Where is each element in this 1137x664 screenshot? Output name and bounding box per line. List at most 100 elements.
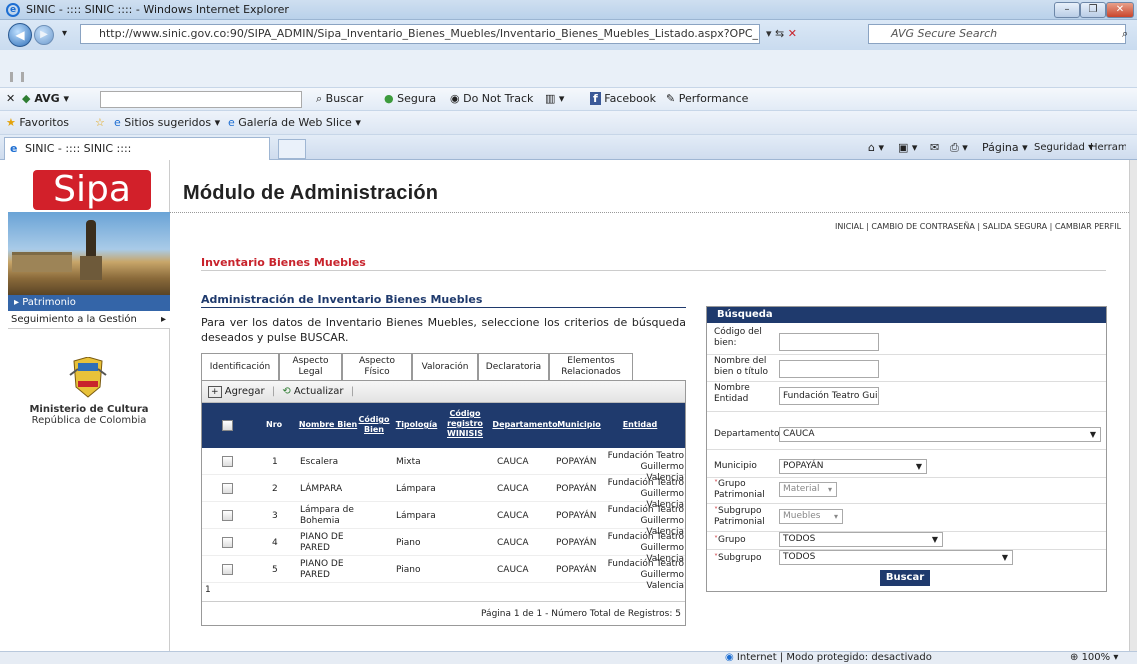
entidad-label: Nombre Entidad [714, 383, 750, 404]
cell-entidad: Fundación Teatro Guillermo Valencia [607, 559, 684, 591]
col-tipologia[interactable]: Tipología [394, 420, 439, 430]
cell-nombre: Escalera [300, 457, 339, 467]
sipa-logo[interactable]: Sipa [33, 170, 151, 210]
departamento-select[interactable]: CAUCA ▼ [779, 427, 1101, 442]
tab-title: SINIC - :::: SINIC :::: [25, 142, 132, 155]
row-checkbox[interactable] [222, 537, 233, 548]
tab-declaratoria[interactable]: Declaratoria [478, 353, 549, 381]
back-icon[interactable]: ◀ [8, 23, 32, 47]
performance-button[interactable]: ✎ Performance [666, 91, 748, 107]
table-row[interactable]: 5 PIANO DE PARED Piano CAUCA POPAYÁN Fun… [202, 556, 685, 591]
table-row[interactable]: 1 Escalera Mixta CAUCA POPAYÁN Fundación… [202, 448, 685, 483]
web-slice-button[interactable]: e Galería de Web Slice ▾ [228, 115, 361, 131]
tools-menu[interactable]: Herramientas ▾ [1090, 140, 1126, 156]
close-icon[interactable]: ✕ [1106, 2, 1134, 18]
feeds-icon[interactable]: ▣ ▾ [898, 140, 917, 156]
record-count: Página 1 de 1 - Número Total de Registro… [481, 609, 681, 619]
chevron-down-icon: ▼ [1089, 430, 1096, 439]
col-codigo-winisis[interactable]: Código registro WINISIS [445, 409, 485, 439]
chevron-down-icon: ▼ [931, 535, 938, 544]
row-checkbox[interactable] [222, 564, 233, 575]
statue-base [80, 256, 102, 280]
add-button[interactable]: + Agregar [208, 386, 265, 398]
row-checkbox[interactable] [222, 483, 233, 494]
row-checkbox[interactable] [222, 456, 233, 467]
admin-title: Administración de Inventario Bienes Mueb… [201, 293, 483, 306]
safety-menu[interactable]: Seguridad ▾ [1034, 140, 1093, 156]
close-toolbar-icon[interactable]: ✕ [6, 91, 15, 107]
buscar-button[interactable]: ⌕ Buscar [316, 91, 363, 107]
print-icon[interactable]: ⎙ ▾ [950, 140, 968, 156]
suggested-sites-button[interactable]: e Sitios sugeridos ▾ [114, 115, 220, 131]
tab-identificacion[interactable]: Identificación [201, 353, 279, 381]
cell-departamento: CAUCA [497, 511, 529, 521]
col-entidad[interactable]: Entidad [620, 420, 660, 430]
section-divider [201, 270, 1106, 271]
grupo-patrimonial-label: ˅Grupo Patrimonial [714, 479, 765, 500]
ie-icon: e [6, 3, 20, 17]
cell-tipologia: Piano [396, 565, 421, 575]
col-codigo-bien[interactable]: Código Bien [357, 415, 391, 435]
browser-tab[interactable]: e SINIC - :::: SINIC :::: [4, 137, 270, 160]
add-favorite-icon[interactable]: ☆ [95, 115, 105, 131]
do-not-track-button[interactable]: ◉ Do Not Track [450, 91, 533, 107]
subgrupo-patrimonial-select[interactable]: Muebles ▾ [779, 509, 843, 524]
nombre-input[interactable] [779, 360, 879, 378]
tab-valoracion[interactable]: Valoración [412, 353, 478, 381]
zoom-level[interactable]: ⊕ 100% ▾ [1070, 652, 1118, 664]
grid-toolbar: + Agregar | ⟲ Actualizar | [202, 381, 685, 403]
table-row[interactable]: 3 Lámpara de Bohemia Lámpara CAUCA POPAY… [202, 502, 685, 537]
menu-patrimonio[interactable]: ▸ Patrimonio [8, 295, 170, 311]
page-menu[interactable]: Página ▾ [982, 140, 1028, 156]
history-dropdown-icon[interactable]: ▾ [62, 28, 67, 39]
page-content: Sipa ▸ Patrimonio Seguimiento a la Gesti… [0, 160, 1129, 651]
cell-departamento: CAUCA [497, 538, 529, 548]
col-departamento[interactable]: Departamento [492, 420, 558, 430]
avg-button[interactable]: ◆ AVG ▾ [22, 91, 69, 107]
top-links[interactable]: INICIAL | CAMBIO DE CONTRASEÑA | SALIDA … [835, 222, 1121, 231]
grupo-patrimonial-select[interactable]: Material ▾ [779, 482, 837, 497]
minimize-icon[interactable]: – [1054, 2, 1080, 18]
segura-button[interactable]: ● Segura [384, 91, 436, 107]
new-tab-button[interactable] [278, 139, 306, 159]
cell-departamento: CAUCA [497, 484, 529, 494]
tab-aspecto-fisico[interactable]: Aspecto Físico [342, 353, 412, 381]
tab-elementos-relacionados[interactable]: Elementos Relacionados [549, 353, 633, 381]
trash-icon[interactable]: ▥ ▾ [545, 91, 564, 107]
col-nombre-bien[interactable]: Nombre Bien [298, 420, 358, 430]
refresh-icon[interactable]: ▾ ⇆ ✕ [766, 27, 797, 40]
refresh-button[interactable]: ⟲ Actualizar [282, 386, 343, 397]
ministry-name: Ministerio de Cultura República de Colom… [29, 404, 149, 426]
cell-nombre: PIANO DE PARED [300, 559, 344, 580]
vertical-scrollbar[interactable] [1129, 160, 1137, 651]
entidad-input[interactable]: Fundación Teatro Guill [779, 387, 879, 405]
table-row[interactable]: 4 PIANO DE PARED Piano CAUCA POPAYÁN Fun… [202, 529, 685, 564]
search-icon[interactable]: ⌕ [1122, 27, 1128, 41]
search-input[interactable]: AVG Secure Search [868, 24, 1126, 44]
grupo-select[interactable]: TODOS ▼ [779, 532, 943, 547]
address-bar[interactable]: http://www.sinic.gov.co:90/SIPA_ADMIN/Si… [80, 24, 760, 44]
avg-search-input[interactable] [100, 91, 302, 108]
subgrupo-select[interactable]: TODOS ▼ [779, 550, 1013, 565]
row-checkbox[interactable] [222, 510, 233, 521]
maximize-icon[interactable]: ❐ [1080, 2, 1106, 18]
mail-icon[interactable]: ✉ [930, 140, 939, 156]
forward-icon[interactable]: ▶ [34, 25, 54, 45]
page-link[interactable]: 1 [205, 585, 211, 595]
tab-aspecto-legal[interactable]: Aspecto Legal [279, 353, 342, 381]
buscar-submit-button[interactable]: Buscar [880, 570, 930, 586]
cell-nombre: LÁMPARA [300, 484, 343, 494]
col-municipio[interactable]: Municipio [557, 420, 601, 430]
table-row[interactable]: 2 LÁMPARA Lámpara CAUCA POPAYÁN Fundació… [202, 475, 685, 510]
security-zone[interactable]: ◉ Internet | Modo protegido: desactivado [725, 652, 932, 664]
cell-municipio: POPAYÁN [556, 511, 597, 521]
home-icon[interactable]: ⌂ ▾ [868, 140, 884, 156]
facebook-button[interactable]: f Facebook [590, 91, 656, 107]
globe-icon: ◉ [725, 652, 734, 663]
codigo-input[interactable] [779, 333, 879, 351]
description: Para ver los datos de Inventario Bienes … [201, 316, 686, 344]
municipio-select[interactable]: POPAYÁN ▼ [779, 459, 927, 474]
menu-seguimiento[interactable]: Seguimiento a la Gestión ▸ [8, 311, 170, 329]
select-all-checkbox[interactable] [222, 420, 233, 431]
favorites-button[interactable]: ★ Favoritos [6, 115, 69, 131]
